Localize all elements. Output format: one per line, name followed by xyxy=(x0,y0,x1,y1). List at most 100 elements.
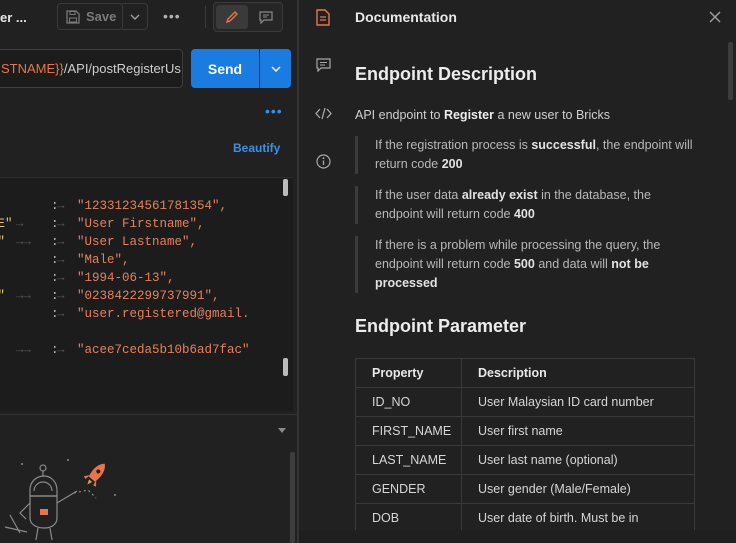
table-cell: GENDER xyxy=(355,474,462,504)
request-body-editor[interactable]: :→"12331234561781354", ME"→:→"User First… xyxy=(0,177,293,411)
parameter-table: Property Description ID_NO User Malaysia… xyxy=(355,358,695,533)
url-path: /API/postRegisterUs xyxy=(63,61,181,76)
request-pane: er ... Save ••• STNAME}}/API/postRegiste… xyxy=(0,0,298,543)
rail-info-button[interactable] xyxy=(313,151,333,171)
table-cell: DOB xyxy=(355,503,462,533)
editor-scrollbar-thumb[interactable] xyxy=(283,358,288,376)
documentation-panel: Documentation Endpoint Description API e… xyxy=(347,0,736,543)
chevron-down-icon xyxy=(130,14,139,20)
editor-scrollbar-thumb[interactable] xyxy=(283,179,288,196)
table-cell: User last name (optional) xyxy=(461,445,695,475)
comment-mode-button[interactable] xyxy=(251,5,281,29)
code-value: "1994-06-13", xyxy=(77,271,175,285)
chevron-down-icon xyxy=(271,66,280,72)
request-tab-title[interactable]: er ... xyxy=(0,10,27,25)
more-options-icon[interactable]: ••• xyxy=(163,8,181,24)
response-scrollbar[interactable] xyxy=(290,452,295,543)
note-bold: already exist xyxy=(461,188,538,202)
note-success: If the registration process is successfu… xyxy=(355,136,695,174)
endpoint-parameter-heading: Endpoint Parameter xyxy=(355,316,527,336)
code-value: "0238422299737991", xyxy=(77,289,220,303)
pencil-icon xyxy=(225,11,238,24)
whitespace-arrow: →→ xyxy=(16,289,32,303)
edit-mode-button[interactable] xyxy=(216,5,248,29)
note-text: If the user data xyxy=(375,188,462,202)
table-row: FIRST_NAME User first name xyxy=(355,416,695,446)
table-cell: User gender (Male/Female) xyxy=(461,474,695,504)
code-value: "user.registered@gmail. xyxy=(77,307,250,321)
table-row: LAST_NAME User last name (optional) xyxy=(355,445,695,475)
send-button[interactable]: Send xyxy=(191,49,259,88)
table-cell: FIRST_NAME xyxy=(355,416,462,446)
documentation-title: Documentation xyxy=(355,9,457,25)
intro-text: a new user to Bricks xyxy=(493,108,610,122)
toolbar-divider xyxy=(205,6,206,28)
table-cell: ID_NO xyxy=(355,387,462,417)
table-row: GENDER User gender (Male/Female) xyxy=(355,474,695,504)
save-options-button[interactable] xyxy=(122,3,148,30)
body-more-options-icon[interactable]: ••• xyxy=(265,103,283,119)
whitespace-arrow: → xyxy=(57,271,65,285)
whitespace-arrow: → xyxy=(57,307,65,321)
save-button-label: Save xyxy=(86,9,117,24)
note-bold: successful xyxy=(531,138,596,152)
whitespace-arrow: → xyxy=(57,235,65,249)
endpoint-intro: API endpoint to Register a new user to B… xyxy=(355,108,610,122)
code-icon xyxy=(314,107,332,119)
note-already-exist: If the user data already exist in the da… xyxy=(355,186,695,224)
whitespace-arrow: → xyxy=(57,199,65,213)
request-toolbar: er ... Save ••• xyxy=(0,0,298,34)
note-processing-error: If there is a problem while processing t… xyxy=(355,236,695,293)
status-bar xyxy=(299,530,736,543)
comment-icon xyxy=(259,10,273,24)
document-icon xyxy=(316,8,330,26)
table-cell: User date of birth. Must be in xyxy=(461,503,695,533)
code-key: E" xyxy=(0,233,5,251)
url-input[interactable]: STNAME}}/API/postRegisterUs xyxy=(0,49,183,88)
note-bold: 400 xyxy=(513,207,535,221)
close-icon[interactable] xyxy=(708,10,722,24)
save-icon xyxy=(66,9,80,24)
note-text: and data will xyxy=(534,257,612,271)
comment-icon xyxy=(315,58,331,72)
whitespace-arrow: →→ xyxy=(16,235,32,249)
table-header: Property xyxy=(355,358,462,388)
code-value: "User Lastname", xyxy=(77,235,198,249)
table-row: ID_NO User Malaysian ID card number xyxy=(355,387,695,417)
info-icon xyxy=(315,153,331,169)
save-button[interactable]: Save xyxy=(57,3,123,30)
code-value: "User Firstname", xyxy=(77,217,205,231)
whitespace-arrow: → xyxy=(57,253,65,267)
note-bold: 500 xyxy=(513,257,535,271)
code-key: O" xyxy=(0,287,5,305)
documentation-scrollbar[interactable] xyxy=(728,42,733,100)
url-variable: STNAME}} xyxy=(1,61,64,76)
code-value: "acee7ceda5b10b6ad7fac" xyxy=(77,343,250,357)
endpoint-description-heading: Endpoint Description xyxy=(355,64,537,84)
table-header: Description xyxy=(461,358,695,388)
rail-code-button[interactable] xyxy=(313,103,333,123)
rail-comments-button[interactable] xyxy=(313,55,333,75)
whitespace-arrow: → xyxy=(57,289,65,303)
send-button-label: Send xyxy=(207,60,243,77)
intro-bold: Register xyxy=(443,108,494,122)
response-collapse-icon[interactable] xyxy=(278,428,286,433)
send-options-button[interactable] xyxy=(260,49,291,88)
beautify-link[interactable]: Beautify xyxy=(233,141,280,155)
table-cell: User Malaysian ID card number xyxy=(461,387,695,417)
code-value: "12331234561781354", xyxy=(77,199,228,213)
code-value: "Male", xyxy=(77,253,130,267)
note-bold: 200 xyxy=(441,157,463,171)
context-rail xyxy=(299,0,347,543)
view-mode-switch xyxy=(213,2,283,32)
code-key: ME" xyxy=(0,217,13,231)
table-header-row: Property Description xyxy=(355,358,695,388)
table-cell: LAST_NAME xyxy=(355,445,462,475)
table-row: DOB User date of birth. Must be in xyxy=(355,503,695,533)
note-text: If the registration process is xyxy=(375,138,532,152)
rail-documentation-button[interactable] xyxy=(313,7,333,27)
intro-text: API endpoint to xyxy=(355,108,444,122)
table-cell: User first name xyxy=(461,416,695,446)
suit-badge xyxy=(40,509,48,515)
pane-divider[interactable] xyxy=(0,414,298,415)
